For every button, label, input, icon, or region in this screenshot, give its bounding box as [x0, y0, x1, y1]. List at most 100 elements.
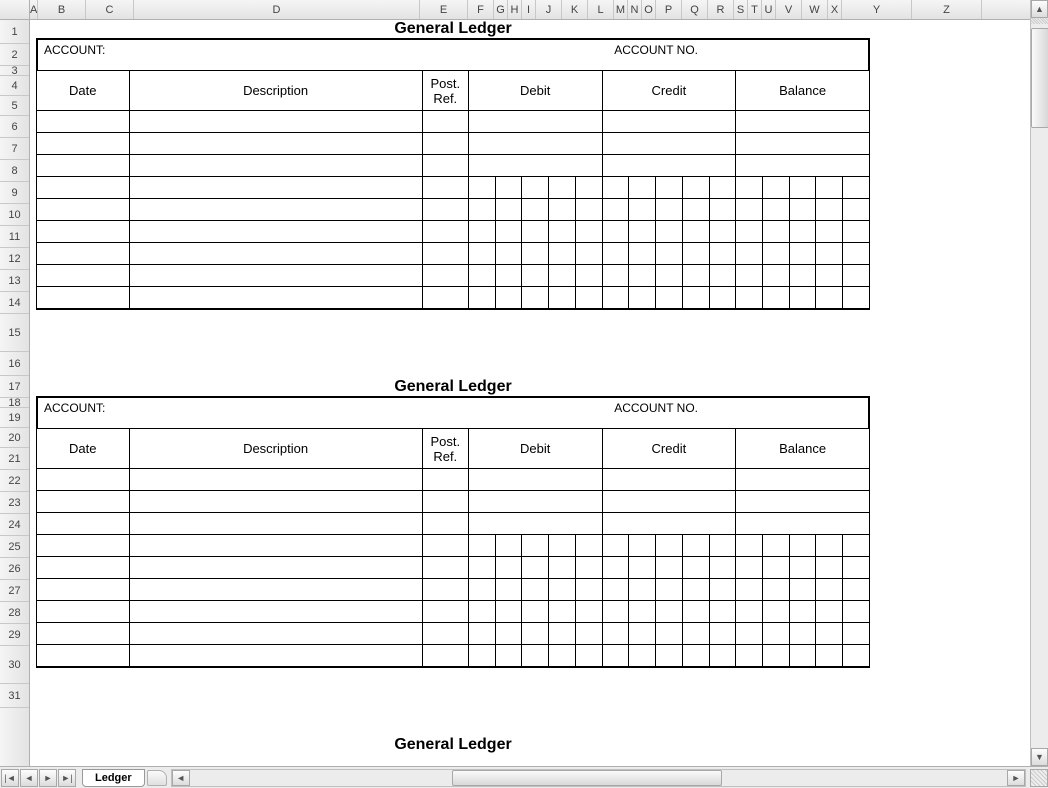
ledger-row[interactable] [37, 579, 870, 601]
row-header-26[interactable]: 26 [0, 558, 29, 580]
ledger-row[interactable] [37, 155, 870, 177]
row-header-30[interactable]: 30 [0, 646, 29, 684]
col-header-G[interactable]: G [494, 0, 508, 19]
select-all-corner[interactable] [0, 0, 30, 19]
row-header-16[interactable]: 16 [0, 352, 29, 376]
ledger-row[interactable] [37, 513, 870, 535]
row-header-11[interactable]: 11 [0, 226, 29, 248]
col-header-L[interactable]: L [588, 0, 614, 19]
col-header-V[interactable]: V [776, 0, 802, 19]
sheet-tab[interactable]: Ledger [82, 769, 145, 787]
col-header-X[interactable]: X [828, 0, 842, 19]
col-header-U[interactable]: U [762, 0, 776, 19]
row-header-20[interactable]: 20 [0, 428, 29, 448]
col-header-W[interactable]: W [802, 0, 828, 19]
row-header-2[interactable]: 2 [0, 44, 29, 66]
split-handle[interactable] [1031, 18, 1048, 24]
ledger-row[interactable] [37, 243, 870, 265]
col-header-I[interactable]: I [522, 0, 536, 19]
row-header-14[interactable]: 14 [0, 292, 29, 314]
ledger-row[interactable] [37, 535, 870, 557]
row-header-6[interactable]: 6 [0, 116, 29, 138]
insert-sheet-icon[interactable] [147, 770, 167, 786]
col-header-D[interactable]: D [134, 0, 420, 19]
prev-sheet-icon[interactable]: ◄ [20, 769, 38, 787]
ledger-table: Date Description Post. Ref. Debit Credit… [36, 428, 870, 668]
scroll-up-icon[interactable]: ▲ [1031, 0, 1048, 18]
ledger-row[interactable] [37, 557, 870, 579]
col-header-H[interactable]: H [508, 0, 522, 19]
scroll-right-icon[interactable]: ► [1007, 770, 1025, 786]
ledger-row[interactable] [37, 199, 870, 221]
resize-handle-icon[interactable] [1030, 769, 1048, 787]
scroll-down-icon[interactable]: ▼ [1031, 748, 1048, 766]
col-header-F[interactable]: F [468, 0, 494, 19]
row-header-15[interactable]: 15 [0, 314, 29, 352]
hscroll-thumb[interactable] [452, 770, 722, 786]
row-header-27[interactable]: 27 [0, 580, 29, 602]
row-header-12[interactable]: 12 [0, 248, 29, 270]
ledger-row[interactable] [37, 645, 870, 667]
worksheet-area[interactable]: General Ledger ACCOUNT: ACCOUNT NO. Date… [30, 20, 1048, 766]
ledger-row[interactable] [37, 469, 870, 491]
ledger-row[interactable] [37, 601, 870, 623]
ledger-row[interactable] [37, 177, 870, 199]
col-header-O[interactable]: O [642, 0, 656, 19]
col-header-C[interactable]: C [86, 0, 134, 19]
row-header-17[interactable]: 17 [0, 376, 29, 398]
row-header-18[interactable]: 18 [0, 398, 29, 408]
row-header-3[interactable]: 3 [0, 66, 29, 76]
account-row: ACCOUNT: ACCOUNT NO. [36, 38, 870, 60]
row-header-31[interactable]: 31 [0, 684, 29, 708]
row-header-22[interactable]: 22 [0, 470, 29, 492]
row-header-9[interactable]: 9 [0, 182, 29, 204]
horizontal-scrollbar[interactable]: ◄ ► [171, 769, 1026, 787]
ledger-row[interactable] [37, 623, 870, 645]
col-header-J[interactable]: J [536, 0, 562, 19]
row-header-7[interactable]: 7 [0, 138, 29, 160]
sheet-tab-bar: |◄ ◄ ► ►| Ledger ◄ ► [0, 766, 1048, 788]
col-header-K[interactable]: K [562, 0, 588, 19]
row-header-10[interactable]: 10 [0, 204, 29, 226]
col-header-R[interactable]: R [708, 0, 734, 19]
row-header-8[interactable]: 8 [0, 160, 29, 182]
last-sheet-icon[interactable]: ►| [58, 769, 76, 787]
vertical-scrollbar[interactable]: ▲ ▼ [1030, 0, 1048, 766]
ledger-row[interactable] [37, 133, 870, 155]
ledger-row[interactable] [37, 221, 870, 243]
row-header-21[interactable]: 21 [0, 448, 29, 470]
row-header-1[interactable]: 1 [0, 20, 29, 44]
ledger-table: Date Description Post. Ref. Debit Credit… [36, 70, 870, 310]
col-header-A[interactable]: A [30, 0, 38, 19]
row-header-25[interactable]: 25 [0, 536, 29, 558]
account-row: ACCOUNT: ACCOUNT NO. [36, 396, 870, 418]
scroll-thumb[interactable] [1031, 28, 1048, 128]
scroll-left-icon[interactable]: ◄ [172, 770, 190, 786]
col-header-S[interactable]: S [734, 0, 748, 19]
row-header-23[interactable]: 23 [0, 492, 29, 514]
col-header-Y[interactable]: Y [842, 0, 912, 19]
row-header-13[interactable]: 13 [0, 270, 29, 292]
col-header-E[interactable]: E [420, 0, 468, 19]
account-no-label: ACCOUNT NO. [614, 43, 868, 57]
col-header-Q[interactable]: Q [682, 0, 708, 19]
col-header-P[interactable]: P [656, 0, 682, 19]
ledger-row[interactable] [37, 491, 870, 513]
ledger-row[interactable] [37, 287, 870, 309]
ledger-row[interactable] [37, 111, 870, 133]
col-header-Z[interactable]: Z [912, 0, 982, 19]
row-header-19[interactable]: 19 [0, 408, 29, 428]
col-header-B[interactable]: B [38, 0, 86, 19]
row-header-5[interactable]: 5 [0, 96, 29, 116]
next-sheet-icon[interactable]: ► [39, 769, 57, 787]
row-header-4[interactable]: 4 [0, 76, 29, 96]
col-header-M[interactable]: M [614, 0, 628, 19]
col-header-N[interactable]: N [628, 0, 642, 19]
first-sheet-icon[interactable]: |◄ [1, 769, 19, 787]
ledger-row[interactable] [37, 265, 870, 287]
row-header-28[interactable]: 28 [0, 602, 29, 624]
ledger-title: General Ledger [36, 736, 870, 754]
row-header-24[interactable]: 24 [0, 514, 29, 536]
row-header-29[interactable]: 29 [0, 624, 29, 646]
col-header-T[interactable]: T [748, 0, 762, 19]
